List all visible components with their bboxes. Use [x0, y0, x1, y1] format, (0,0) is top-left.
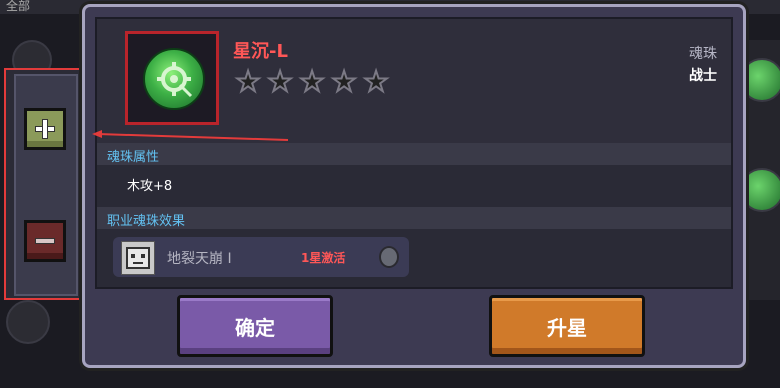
effect-name: 地裂天崩 Ⅰ: [167, 251, 232, 267]
class-effect-row[interactable]: 地裂天崩 Ⅰ 1星激活: [113, 237, 409, 277]
effect-section-header: [97, 207, 731, 229]
green-gear-orb-icon: [143, 48, 205, 110]
item-class: 战士: [689, 68, 717, 84]
item-icon-frame: [125, 31, 219, 125]
quantity-stepper-panel: 0: [4, 68, 92, 300]
background-tab-label: 全部: [6, 0, 31, 13]
dialog-body: 星沉-L ★ ★ ★ ★ ★ 魂珠 战士 魂珠属性 木攻+8 职业魂珠效果 地裂: [95, 17, 733, 289]
decrement-button[interactable]: [24, 220, 66, 262]
skill-icon: [121, 241, 155, 275]
background-orb-icon: [740, 168, 780, 212]
background-slot: [6, 300, 50, 344]
attributes-section-header: [97, 143, 731, 165]
orb-detail-dialog: 星沉-L ★ ★ ★ ★ ★ 魂珠 战士 魂珠属性 木攻+8 职业魂珠效果 地裂: [82, 4, 746, 368]
annotation-arrow-icon: [92, 130, 289, 141]
skill-badge-icon: [379, 246, 399, 268]
attributes-section-title: 魂珠属性: [107, 150, 160, 165]
plus-icon: [33, 117, 57, 141]
star-icon: ★: [330, 65, 357, 98]
upgrade-star-button[interactable]: 升星: [489, 295, 645, 357]
star-rating: ★ ★ ★ ★ ★: [233, 65, 391, 98]
star-icon: ★: [266, 65, 293, 98]
background-orb-icon: [740, 58, 780, 102]
attribute-value: 木攻+8: [127, 179, 173, 194]
confirm-button[interactable]: 确定: [177, 295, 333, 357]
increment-button[interactable]: [24, 108, 66, 150]
item-type: 魂珠: [689, 46, 717, 62]
item-name: 星沉-L: [233, 41, 288, 62]
effect-section-title: 职业魂珠效果: [107, 214, 186, 229]
star-icon: ★: [298, 65, 325, 98]
minus-icon: [33, 229, 57, 253]
star-icon: ★: [362, 65, 389, 98]
effect-status: 1星激活: [301, 251, 346, 265]
star-icon: ★: [234, 65, 261, 98]
